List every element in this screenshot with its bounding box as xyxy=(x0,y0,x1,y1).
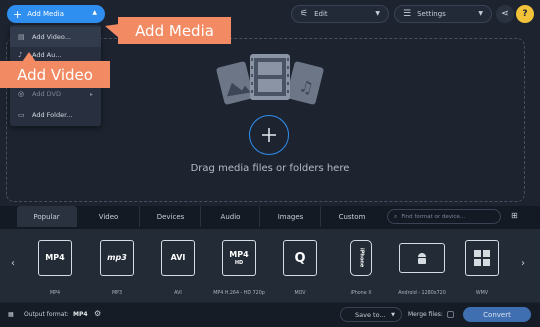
help-icon: ? xyxy=(522,9,528,19)
search-icon: ⌕ xyxy=(394,212,398,220)
format-card-mp3[interactable]: mp3 MP3 xyxy=(87,236,147,296)
plus-icon: + xyxy=(13,7,23,21)
add-media-button[interactable]: + Add Media ▲ xyxy=(7,5,105,23)
chevron-down-icon: ▼ xyxy=(391,311,395,318)
help-button[interactable]: ? xyxy=(516,5,534,23)
format-label: MP3 xyxy=(111,291,123,296)
save-to-button[interactable]: Save to... ▼ xyxy=(340,307,402,322)
chevron-down-icon: ▼ xyxy=(375,10,380,17)
scroll-right-arrow[interactable]: › xyxy=(521,258,525,269)
callout-add-media: Add Media xyxy=(118,17,231,44)
windows-icon xyxy=(465,240,499,276)
callout-add-video: Add Video xyxy=(0,61,110,88)
tab-audio[interactable]: Audio xyxy=(202,206,260,227)
merge-files-label: Merge files: xyxy=(408,311,443,318)
format-label: MOV xyxy=(294,291,306,296)
mp4-hd-icon: MP4 HD xyxy=(222,240,256,276)
tab-custom[interactable]: Custom xyxy=(322,206,382,227)
format-icon-text: MP4 xyxy=(45,253,65,262)
plus-icon xyxy=(262,128,276,142)
media-illustration-icon: ♫ xyxy=(216,54,324,105)
add-media-label: Add Media xyxy=(27,10,65,18)
chevron-right-icon: ▸ xyxy=(89,90,93,98)
callout-pointer xyxy=(105,24,119,38)
format-card-mp4[interactable]: MP4 MP4 xyxy=(25,236,85,296)
save-to-label: Save to... xyxy=(355,310,386,319)
format-icon-text: MP4 xyxy=(229,249,249,259)
menu-item-label: Add Au... xyxy=(32,51,62,59)
format-card-wmv[interactable]: WMV xyxy=(452,236,512,296)
format-card-android[interactable]: Android - 1280x720 xyxy=(392,236,452,296)
settings-label: Settings xyxy=(417,10,446,18)
format-icon-text: AVI xyxy=(170,253,186,262)
menu-item-label: Add DVD xyxy=(32,90,61,98)
format-icon-text: Q xyxy=(294,250,306,266)
format-card-avi[interactable]: AVI AVI xyxy=(148,236,208,296)
windows-logo-icon xyxy=(474,250,490,266)
output-format-label: Output format: xyxy=(24,311,69,318)
format-label: WMV xyxy=(475,291,489,296)
chevron-down-icon: ▼ xyxy=(478,10,483,17)
add-files-button[interactable] xyxy=(249,115,289,155)
gear-icon[interactable]: ⚙ xyxy=(94,309,101,318)
avi-icon: AVI xyxy=(161,240,195,276)
share-button[interactable]: ⋖ xyxy=(496,5,514,23)
settings-button[interactable]: ☰ Settings ▼ xyxy=(394,5,492,23)
format-label: Android - 1280x720 xyxy=(398,291,446,296)
format-search-input[interactable]: ⌕ Find format or device... xyxy=(387,209,501,224)
tab-devices[interactable]: Devices xyxy=(141,206,201,227)
share-icon: ⋖ xyxy=(501,9,509,19)
format-label: MP4 H.264 - HD 720p xyxy=(213,291,265,296)
tab-images[interactable]: Images xyxy=(261,206,321,227)
format-icon-text: mp3 xyxy=(107,253,127,262)
format-card-mp4-hd[interactable]: MP4 HD MP4 H.264 - HD 720p xyxy=(209,236,269,296)
iphone-icon: iPhone xyxy=(350,240,372,276)
menu-item-add-folder[interactable]: ▭ Add Folder... xyxy=(10,105,101,125)
format-label: iPhone X xyxy=(350,291,372,296)
menu-item-label: Add Folder... xyxy=(32,111,73,119)
mp3-icon: mp3 xyxy=(100,240,134,276)
menu-item-add-video[interactable]: ▤ Add Video... xyxy=(10,27,101,47)
output-format-value[interactable]: MP4 xyxy=(73,311,88,318)
menu-item-label: Add Video... xyxy=(32,33,71,41)
android-tablet-icon xyxy=(399,243,445,273)
disc-icon: ◎ xyxy=(18,90,25,98)
format-icon-text: iPhone xyxy=(358,248,365,268)
format-card-mov[interactable]: Q MOV xyxy=(270,236,330,296)
format-icon-subtext: HD xyxy=(234,259,244,266)
mp4-icon: MP4 xyxy=(38,240,72,276)
format-card-iphone[interactable]: iPhone iPhone X xyxy=(331,236,391,296)
sliders-icon: ⚟ xyxy=(300,9,309,19)
tab-popular[interactable]: Popular xyxy=(17,206,77,227)
settings-icon: ☰ xyxy=(403,9,412,19)
bottom-bar: ▦ Output format: MP4 ⚙ Merge files: xyxy=(0,303,540,327)
tab-video[interactable]: Video xyxy=(78,206,140,227)
format-label: MP4 xyxy=(49,291,61,296)
drop-hint: Drag media files or folders here xyxy=(190,163,350,174)
scroll-left-arrow[interactable]: ‹ xyxy=(11,258,15,269)
edit-button[interactable]: ⚟ Edit ▼ xyxy=(291,5,389,23)
android-icon xyxy=(418,253,426,264)
output-format-icon: ▦ xyxy=(8,311,14,318)
format-search-placeholder: Find format or device... xyxy=(401,213,466,220)
convert-button[interactable]: Convert xyxy=(463,307,531,322)
folder-icon: ▭ xyxy=(18,111,25,119)
quicktime-icon: Q xyxy=(283,240,317,276)
edit-label: Edit xyxy=(314,10,328,18)
chevron-up-icon: ▲ xyxy=(92,9,97,16)
add-preset-icon[interactable]: ⊞ xyxy=(511,211,518,220)
format-label: AVI xyxy=(174,291,182,296)
merge-files-toggle[interactable] xyxy=(447,311,454,318)
film-icon: ▤ xyxy=(18,33,25,41)
